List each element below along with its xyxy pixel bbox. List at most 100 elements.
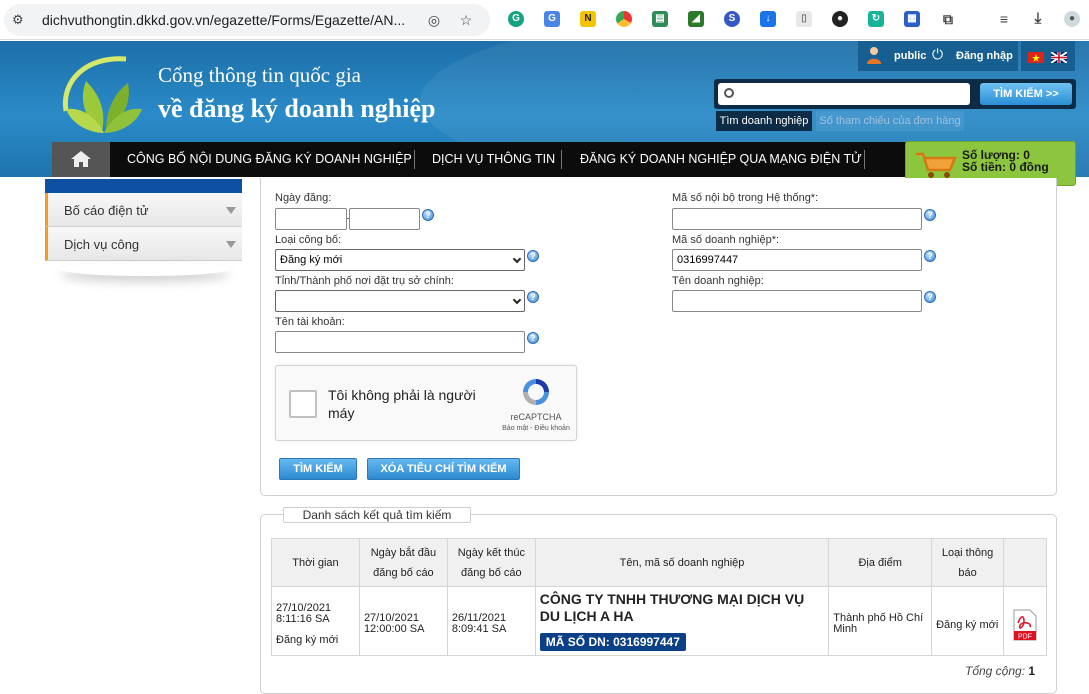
column-header-location: Địa điểm bbox=[828, 538, 933, 587]
search-tab-order-ref[interactable]: Số tham chiếu của đơn hàng bbox=[816, 111, 964, 131]
account-input[interactable] bbox=[275, 331, 525, 353]
chevron-down-icon bbox=[512, 254, 522, 264]
province-select[interactable] bbox=[275, 290, 525, 312]
uk-flag-icon[interactable] bbox=[1051, 52, 1067, 63]
norton-icon[interactable]: N bbox=[580, 11, 596, 27]
results-panel: Danh sách kết quả tìm kiếm Thời gian Ngà… bbox=[260, 507, 1057, 694]
home-icon bbox=[71, 151, 91, 167]
type-select[interactable]: Đăng ký mới bbox=[275, 249, 525, 271]
print-icon[interactable]: ▤ bbox=[652, 11, 668, 27]
date-to-input[interactable] bbox=[349, 208, 420, 230]
chart-icon[interactable]: ◢ bbox=[688, 11, 704, 27]
row-end: 26/11/2021 8:09:41 SA bbox=[446, 586, 536, 656]
refresh-ext-icon[interactable]: ↻ bbox=[868, 11, 884, 27]
row-notice-type: Đăng ký mới bbox=[931, 586, 1004, 656]
results-legend: Danh sách kết quả tìm kiếm bbox=[283, 507, 471, 523]
account-label: Tên tài khoản: bbox=[275, 316, 345, 328]
help-icon[interactable]: ? bbox=[924, 291, 936, 303]
star-icon[interactable]: ☆ bbox=[458, 12, 474, 28]
help-icon[interactable]: ? bbox=[527, 332, 539, 344]
enterprise-code-input[interactable]: 0316997447 bbox=[672, 249, 922, 271]
site-title-line1: Cổng thông tin quốc gia bbox=[158, 63, 361, 87]
internal-code-input[interactable] bbox=[672, 208, 922, 230]
bear-icon[interactable]: ● bbox=[832, 11, 848, 27]
sidebar-item-public-service[interactable]: Dịch vụ công bbox=[45, 227, 242, 261]
help-icon[interactable]: ? bbox=[924, 250, 936, 262]
date-label: Ngày đăng: bbox=[275, 192, 332, 204]
login-link[interactable]: Đăng nhập bbox=[956, 50, 1013, 62]
vietnam-flag-icon[interactable] bbox=[1028, 52, 1044, 63]
download-icon[interactable]: ⤓ bbox=[1030, 11, 1046, 27]
recaptcha-brand: reCAPTCHA bbox=[510, 412, 562, 422]
media-icon[interactable]: ≡ bbox=[996, 11, 1012, 27]
pdf-icon[interactable]: PDF bbox=[1012, 609, 1038, 641]
recaptcha-text: Tôi không phải là người máy bbox=[328, 387, 476, 421]
header-search-input[interactable] bbox=[718, 83, 970, 105]
enterprise-name-label: Tên doanh nghiệp: bbox=[672, 275, 764, 287]
cart-icon bbox=[916, 152, 957, 178]
chevron-down-icon bbox=[226, 241, 236, 248]
help-icon[interactable]: ? bbox=[527, 250, 539, 262]
recaptcha-checkbox[interactable] bbox=[289, 390, 317, 418]
user-bar: public ⏻ Đăng nhập bbox=[858, 41, 1018, 71]
url-text[interactable]: dichvuthongtin.dkkd.gov.vn/egazette/Form… bbox=[42, 12, 405, 28]
leaf-logo-icon[interactable] bbox=[56, 51, 148, 143]
sidebar-item-label: Bố cáo điện tử bbox=[64, 203, 149, 218]
recaptcha-widget: Tôi không phải là người máy reCAPTCHA Bả… bbox=[275, 365, 577, 441]
header-search-button[interactable]: TÌM KIẾM >> bbox=[980, 83, 1072, 105]
row-location: Thành phố Hồ Chí Minh bbox=[828, 586, 933, 656]
nav-item-business-announcement[interactable]: CÔNG BỐ NỘI DUNG ĐĂNG KÝ DOANH NGHIỆP bbox=[127, 142, 412, 177]
nav-home[interactable] bbox=[52, 142, 110, 177]
document-icon[interactable]: ▯ bbox=[796, 11, 812, 27]
type-label: Loại công bố: bbox=[275, 234, 342, 246]
column-header-end: Ngày kết thúc đăng bố cáo bbox=[446, 538, 536, 587]
profile-icon[interactable]: ● bbox=[1064, 11, 1080, 27]
enterprise-code-label: Mã số doanh nghiệp*: bbox=[672, 234, 780, 246]
power-icon[interactable]: ⏻ bbox=[932, 46, 943, 63]
user-avatar-icon bbox=[867, 47, 881, 64]
help-icon[interactable]: ? bbox=[527, 291, 539, 303]
date-from-input[interactable] bbox=[275, 208, 347, 230]
province-label: Tỉnh/Thành phố nơi đặt trụ sở chính: bbox=[275, 275, 454, 287]
translate-icon[interactable]: G bbox=[544, 11, 560, 27]
help-icon[interactable]: ? bbox=[422, 209, 434, 221]
address-bar[interactable]: ⚙ dichvuthongtin.dkkd.gov.vn/egazette/Fo… bbox=[4, 4, 490, 36]
search-button[interactable]: TÌM KIẾM bbox=[279, 458, 357, 480]
row-enterprise-code-badge: MÃ SỐ DN: 0316997447 bbox=[539, 633, 686, 651]
main-nav: CÔNG BỐ NỘI DUNG ĐĂNG KÝ DOANH NGHIỆP DỊ… bbox=[52, 142, 912, 177]
nav-item-online-registration[interactable]: ĐĂNG KÝ DOANH NGHIỆP QUA MẠNG ĐIỆN TỬ bbox=[580, 142, 862, 177]
column-header-start: Ngày bắt đầu đăng bố cáo bbox=[358, 538, 448, 587]
apps-icon[interactable]: ▦ bbox=[904, 11, 920, 27]
sidebar-item-electronic-notice[interactable]: Bố cáo điện tử bbox=[45, 193, 242, 227]
row-start: 27/10/2021 12:00:00 SA bbox=[358, 586, 448, 656]
tune-icon[interactable]: ⚙ bbox=[12, 12, 28, 28]
clear-criteria-button[interactable]: XÓA TIÊU CHÍ TÌM KIẾM bbox=[367, 458, 520, 480]
results-table: Thời gian Ngày bắt đầu đăng bố cáo Ngày … bbox=[271, 538, 1048, 656]
nav-item-info-service[interactable]: DỊCH VỤ THÔNG TIN bbox=[432, 142, 555, 177]
puzzle-icon[interactable]: ⧉ bbox=[940, 11, 956, 27]
total-value: 1 bbox=[1028, 664, 1036, 678]
chevron-down-icon bbox=[512, 295, 522, 305]
grammarly-icon[interactable]: G bbox=[508, 11, 524, 27]
internal-code-label: Mã số nội bộ trong Hệ thống*: bbox=[672, 192, 819, 204]
site-title-line2: về đăng ký doanh nghiệp bbox=[158, 94, 436, 123]
help-icon[interactable]: ? bbox=[924, 209, 936, 221]
total-label: Tổng cộng: bbox=[965, 664, 1026, 678]
results-total: Tổng cộng: 1 bbox=[965, 664, 1035, 678]
row-company-name[interactable]: CÔNG TY TNHH THƯƠNG MẠI DỊCH VỤ DU LỊCH … bbox=[540, 591, 824, 625]
sigma-icon[interactable]: S bbox=[724, 11, 740, 27]
row-time-type: Đăng ký mới bbox=[276, 634, 339, 646]
recaptcha-logo-icon bbox=[523, 379, 549, 405]
eye-off-icon[interactable]: ◎ bbox=[426, 12, 442, 28]
color-wheel-icon[interactable] bbox=[616, 11, 632, 27]
table-row: 27/10/2021 8:11:16 SA Đăng ký mới 27/10/… bbox=[271, 586, 1048, 656]
column-header-company: Tên, mã số doanh nghiệp bbox=[534, 538, 830, 587]
username: public bbox=[894, 50, 927, 62]
column-header-pdf bbox=[1002, 538, 1048, 587]
search-form: Ngày đăng: ? Loại công bố: Đăng ký mới ?… bbox=[260, 178, 1057, 496]
download-ext-icon[interactable]: ↓ bbox=[760, 11, 776, 27]
search-tab-enterprise[interactable]: Tìm doanh nghiệp bbox=[716, 111, 812, 131]
enterprise-name-input[interactable] bbox=[672, 290, 922, 312]
cart-amount: Số tiền: 0 đồng bbox=[962, 160, 1049, 174]
recaptcha-terms[interactable]: Bảo mật - Điều khoản bbox=[488, 425, 584, 432]
